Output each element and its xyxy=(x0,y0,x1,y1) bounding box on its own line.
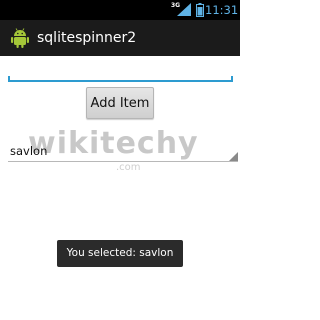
input-underline-cap-right xyxy=(231,76,233,82)
status-bar: 3G 11:31 xyxy=(0,0,240,20)
toast-message: You selected: savlon xyxy=(57,240,183,267)
battery-icon xyxy=(196,3,204,17)
add-item-button[interactable]: Add Item xyxy=(86,87,154,119)
status-time: 11:31 xyxy=(205,3,239,17)
spinner-selected-value: savlon xyxy=(10,144,48,158)
spinner-underline xyxy=(8,161,238,162)
watermark-suffix: .com xyxy=(116,162,141,173)
action-bar: sqlitespinner2 xyxy=(0,20,240,56)
dropdown-triangle-icon xyxy=(229,152,238,161)
input-underline-cap-left xyxy=(8,76,10,82)
app-title: sqlitespinner2 xyxy=(37,30,137,46)
item-input[interactable] xyxy=(8,64,233,82)
signal-icon xyxy=(177,3,191,16)
android-icon xyxy=(11,28,29,48)
item-spinner[interactable]: savlon xyxy=(8,140,238,162)
